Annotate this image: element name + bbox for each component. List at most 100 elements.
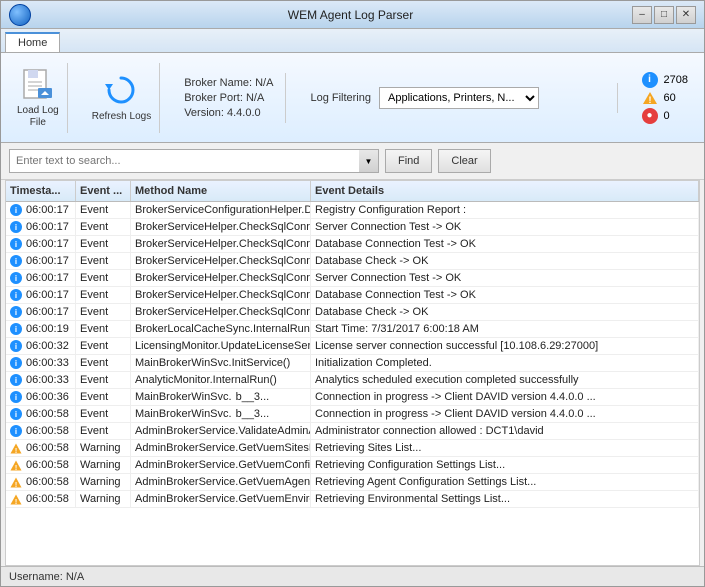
stat-error-value: 0 [664, 110, 670, 122]
main-window: WEM Agent Log Parser – □ ✕ Home [0, 0, 705, 587]
log-table-body[interactable]: i06:00:17 Event BrokerServiceConfigurati… [6, 202, 699, 565]
cell-event: Event [76, 389, 131, 405]
table-row[interactable]: i06:00:36 Event MainBrokerWinSvc.b__3...… [6, 389, 699, 406]
filter-dropdown[interactable]: Applications, Printers, N... [379, 87, 539, 109]
cell-details: Retrieving Environmental Settings List..… [311, 491, 699, 507]
info-row-icon: i [10, 391, 22, 403]
info-row-icon: i [10, 306, 22, 318]
info-row-icon: i [10, 340, 22, 352]
app-logo [9, 4, 31, 26]
cell-timestamp: i06:00:32 [6, 338, 76, 354]
version: Version: 4.4.0.0 [184, 107, 273, 119]
table-row[interactable]: !06:00:58 Warning AdminBrokerService.Get… [6, 491, 699, 508]
cell-details: Start Time: 7/31/2017 6:00:18 AM [311, 321, 699, 337]
search-bar: ▼ Find Clear [1, 143, 704, 180]
error-icon: ● [642, 108, 658, 124]
table-row[interactable]: i06:00:17 Event BrokerServiceHelper.Chec… [6, 219, 699, 236]
cell-method: AdminBrokerService.ValidateAdminAccess() [131, 423, 311, 439]
minimize-button[interactable]: – [632, 6, 652, 24]
load-log-button[interactable]: Load Log File [9, 63, 68, 133]
tab-bar: Home [1, 29, 704, 53]
stat-info-value: 2708 [664, 74, 688, 86]
refresh-logs-button[interactable]: Refresh Logs [84, 63, 160, 133]
cell-timestamp: i06:00:58 [6, 406, 76, 422]
info-row-icon: i [10, 238, 22, 250]
cell-event: Warning [76, 440, 131, 456]
cell-details: Analytics scheduled execution completed … [311, 372, 699, 388]
table-row[interactable]: i06:00:17 Event BrokerServiceHelper.Chec… [6, 270, 699, 287]
header-event: Event ... [76, 181, 131, 201]
cell-method: AnalyticMonitor.InternalRun() [131, 372, 311, 388]
cell-details: Server Connection Test -> OK [311, 270, 699, 286]
info-row-icon: i [10, 289, 22, 301]
cell-event: Event [76, 355, 131, 371]
cell-method: BrokerLocalCacheSync.InternalRun() [131, 321, 311, 337]
cell-method: BrokerServiceHelper.CheckSqlConnection() [131, 236, 311, 252]
table-row[interactable]: i06:00:17 Event BrokerServiceHelper.Chec… [6, 304, 699, 321]
clear-button[interactable]: Clear [438, 149, 490, 173]
search-dropdown-button[interactable]: ▼ [359, 149, 379, 173]
cell-method: MainBrokerWinSvc.b__3... [131, 389, 311, 405]
cell-timestamp: i06:00:33 [6, 355, 76, 371]
info-row-icon: i [10, 408, 22, 420]
cell-event: Warning [76, 457, 131, 473]
cell-event: Event [76, 406, 131, 422]
find-button[interactable]: Find [385, 149, 432, 173]
close-button[interactable]: ✕ [676, 6, 696, 24]
info-icon: i [642, 72, 658, 88]
table-row[interactable]: i06:00:17 Event BrokerServiceHelper.Chec… [6, 253, 699, 270]
table-row[interactable]: !06:00:58 Warning AdminBrokerService.Get… [6, 440, 699, 457]
cell-timestamp: i06:00:17 [6, 304, 76, 320]
table-row[interactable]: i06:00:19 Event BrokerLocalCacheSync.Int… [6, 321, 699, 338]
table-row[interactable]: !06:00:58 Warning AdminBrokerService.Get… [6, 474, 699, 491]
cell-details: Retrieving Sites List... [311, 440, 699, 456]
cell-timestamp: i06:00:17 [6, 253, 76, 269]
cell-event: Event [76, 321, 131, 337]
table-row[interactable]: i06:00:17 Event BrokerServiceConfigurati… [6, 202, 699, 219]
svg-text:!: ! [15, 482, 17, 488]
table-row[interactable]: !06:00:58 Warning AdminBrokerService.Get… [6, 457, 699, 474]
cell-timestamp: !06:00:58 [6, 491, 76, 507]
refresh-logs-label: Refresh Logs [92, 111, 151, 123]
cell-details: Database Connection Test -> OK [311, 236, 699, 252]
cell-method: AdminBrokerService.GetVuemSitesList() [131, 440, 311, 456]
cell-details: Retrieving Configuration Settings List..… [311, 457, 699, 473]
log-table-container: Timestа... Event ... Method Name Event D… [5, 180, 700, 566]
broker-port: Broker Port: N/A [184, 92, 273, 104]
cell-event: Event [76, 304, 131, 320]
search-input[interactable] [9, 149, 379, 173]
table-row[interactable]: i06:00:32 Event LicensingMonitor.UpdateL… [6, 338, 699, 355]
cell-method: MainBrokerWinSvc.b__3... [131, 406, 311, 422]
refresh-icon [103, 72, 139, 108]
username-label: Username: N/A [9, 571, 84, 583]
cell-method: BrokerServiceHelper.CheckSqlConnection() [131, 270, 311, 286]
table-row[interactable]: i06:00:58 Event MainBrokerWinSvc.b__3...… [6, 406, 699, 423]
cell-details: Initialization Completed. [311, 355, 699, 371]
warning-icon: ! [642, 91, 658, 105]
header-timestamp: Timestа... [6, 181, 76, 201]
tab-home[interactable]: Home [5, 32, 60, 52]
cell-details: Database Check -> OK [311, 253, 699, 269]
cell-method: BrokerServiceConfigurationHelper.DoCfgRe… [131, 202, 311, 218]
cell-event: Event [76, 338, 131, 354]
info-row-icon: i [10, 357, 22, 369]
warning-row-icon: ! [10, 443, 22, 454]
header-details: Event Details [311, 181, 699, 201]
table-row[interactable]: i06:00:33 Event AnalyticMonitor.Internal… [6, 372, 699, 389]
cell-event: Event [76, 423, 131, 439]
filter-label: Log Filtering [310, 92, 371, 104]
filter-section: Log Filtering Applications, Printers, N.… [302, 83, 617, 113]
maximize-button[interactable]: □ [654, 6, 674, 24]
cell-details: Server Connection Test -> OK [311, 219, 699, 235]
load-log-icon [20, 66, 56, 102]
cell-details: Retrieving Agent Configuration Settings … [311, 474, 699, 490]
table-row[interactable]: i06:00:58 Event AdminBrokerService.Valid… [6, 423, 699, 440]
cell-details: Database Connection Test -> OK [311, 287, 699, 303]
table-row[interactable]: i06:00:17 Event BrokerServiceHelper.Chec… [6, 287, 699, 304]
search-input-wrapper: ▼ [9, 149, 379, 173]
stat-warn-value: 60 [664, 92, 676, 104]
info-row-icon: i [10, 221, 22, 233]
table-row[interactable]: i06:00:33 Event MainBrokerWinSvc.InitSer… [6, 355, 699, 372]
table-row[interactable]: i06:00:17 Event BrokerServiceHelper.Chec… [6, 236, 699, 253]
ribbon: Load Log File Refresh Logs Broker Name: … [1, 53, 704, 143]
